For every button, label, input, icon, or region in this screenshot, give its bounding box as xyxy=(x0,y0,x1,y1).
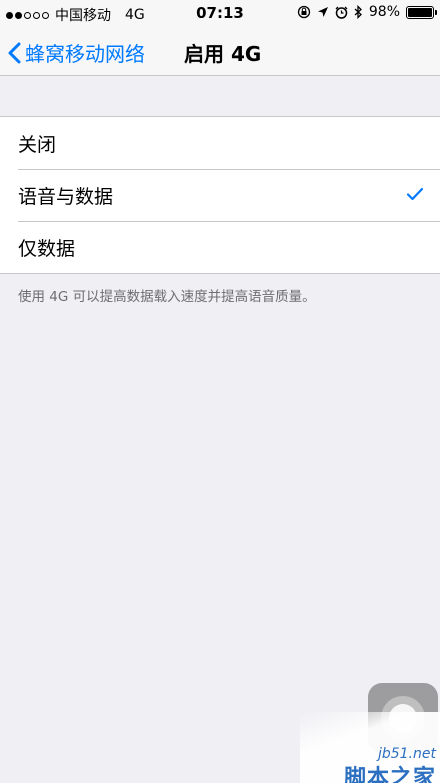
back-button[interactable]: 蜂窝移动网络 xyxy=(8,38,145,67)
option-label: 仅数据 xyxy=(18,237,76,260)
bluetooth-icon xyxy=(354,5,362,19)
location-icon xyxy=(317,7,328,17)
option-label: 语音与数据 xyxy=(18,185,114,208)
status-bar: 中国移动 4G 07:13 98% xyxy=(0,0,440,26)
option-off[interactable]: 关闭 xyxy=(0,117,440,169)
battery-icon xyxy=(406,5,437,19)
status-right: 98% xyxy=(297,4,437,20)
watermark: jb51.net 脚本之家 xyxy=(300,712,440,783)
option-label: 关闭 xyxy=(18,133,57,156)
battery-fill xyxy=(408,7,432,17)
watermark-name: 脚本之家 xyxy=(343,766,436,783)
options-list: 关闭 语音与数据 仅数据 xyxy=(0,116,440,274)
option-voice-and-data[interactable]: 语音与数据 xyxy=(0,169,440,221)
navigation-bar: 蜂窝移动网络 启用 4G xyxy=(0,26,440,76)
footer-note: 使用 4G 可以提高数据载入速度并提高语音质量。 xyxy=(18,289,316,305)
option-data-only[interactable]: 仅数据 xyxy=(0,221,440,273)
page-title: 启用 4G xyxy=(184,42,262,66)
rotation-lock-icon xyxy=(297,5,311,19)
checkmark-icon xyxy=(406,187,424,201)
back-label: 蜂窝移动网络 xyxy=(25,42,145,66)
battery-percent: 98% xyxy=(368,4,400,20)
alarm-icon xyxy=(335,6,348,19)
back-chevron-icon xyxy=(8,42,21,63)
